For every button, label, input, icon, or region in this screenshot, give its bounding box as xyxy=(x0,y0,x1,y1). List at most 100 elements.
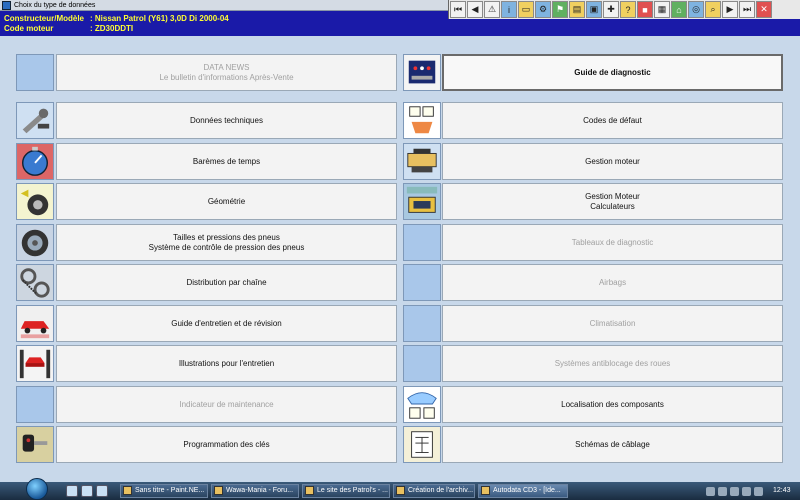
gestion-moteur-calculateurs-button[interactable]: Gestion Moteur Calculateurs xyxy=(442,183,783,220)
wiring-diagram-icon xyxy=(403,426,441,463)
guide-entretien-button[interactable]: Guide d'entretien et de révision xyxy=(56,305,397,342)
tools-icon[interactable]: ⚙ xyxy=(535,1,551,18)
engine-management-icon xyxy=(403,143,441,180)
localisation-composants-button[interactable]: Localisation des composants xyxy=(442,386,783,423)
warning-icon[interactable]: ⚠ xyxy=(484,1,500,18)
button-label: Géométrie xyxy=(207,196,246,206)
gestion-moteur-button[interactable]: Gestion moteur xyxy=(442,143,783,180)
button-label: Codes de défaut xyxy=(583,115,642,125)
tailles-pressions-pneus-button[interactable]: Tailles et pressions des pneus Système d… xyxy=(56,224,397,261)
language-icon[interactable] xyxy=(742,486,751,496)
power-icon[interactable] xyxy=(754,486,763,496)
taskbar-item-archive[interactable]: Création de l'archiv... xyxy=(393,484,475,498)
volume-icon[interactable] xyxy=(730,486,739,496)
button-label: Tailles et pressions des pneus xyxy=(173,232,280,242)
start-button[interactable] xyxy=(26,478,48,500)
car-lift-icon xyxy=(16,345,54,382)
blank-icon xyxy=(16,386,54,423)
last-icon[interactable]: ⏭ xyxy=(739,1,755,18)
home-icon[interactable]: ⌂ xyxy=(671,1,687,18)
task-label: Sans titre - Paint.NE... xyxy=(135,487,205,494)
fault-codes-icon xyxy=(403,102,441,139)
quick-launch xyxy=(66,485,111,497)
task-label: Le site des Patrol's - ... xyxy=(317,487,388,494)
guide-de-diagnostic-button[interactable]: Guide de diagnostic xyxy=(442,54,783,91)
button-label: Programmation des clés xyxy=(183,439,270,449)
blank-icon xyxy=(403,345,441,382)
distribution-par-chaine-button[interactable]: Distribution par chaîne xyxy=(56,264,397,301)
stop-icon[interactable]: ■ xyxy=(637,1,653,18)
window-title: Choix du type de données xyxy=(14,2,96,9)
service-car-icon xyxy=(16,305,54,342)
indicateur-maintenance-button[interactable]: Indicateur de maintenance xyxy=(56,386,397,423)
network-icon[interactable] xyxy=(706,486,715,496)
programmation-cles-button[interactable]: Programmation des clés xyxy=(56,426,397,463)
toolbar: ⏮ ◀ ⚠ i ▭ ⚙ ⚑ ▤ ▣ ✚ ? ■ ▦ ⌂ ◎ ⌕ ▶ ⏭ ✕ xyxy=(448,0,800,19)
button-label: Systèmes antiblocage des roues xyxy=(554,358,671,368)
wheel-icon[interactable]: ◎ xyxy=(688,1,704,18)
airbags-button[interactable]: Airbags xyxy=(442,264,783,301)
button-label: Barèmes de temps xyxy=(192,156,261,166)
button-label: Tableaux de diagnostic xyxy=(571,237,654,247)
constructeur-value: : Nissan Patrol (Y61) 3,0D Di 2000-04 xyxy=(90,14,229,23)
first-icon[interactable]: ⏮ xyxy=(450,1,466,18)
code-moteur-label: Code moteur xyxy=(4,24,54,33)
button-label: Gestion moteur xyxy=(585,156,640,166)
button-label: Guide de diagnostic xyxy=(574,67,651,77)
switch-windows-icon[interactable] xyxy=(81,485,93,497)
browser-icon[interactable] xyxy=(96,485,108,497)
diagnostic-device-icon xyxy=(403,54,441,91)
car-icon[interactable]: ▣ xyxy=(586,1,602,18)
taskbar-item-patrol-site[interactable]: Le site des Patrol's - ... xyxy=(302,484,390,498)
button-label: Schémas de câblage xyxy=(575,439,650,449)
info-icon[interactable]: i xyxy=(501,1,517,18)
print-icon[interactable]: ▦ xyxy=(654,1,670,18)
schemas-de-cablage-button[interactable]: Schémas de câblage xyxy=(442,426,783,463)
taskbar-item-paint[interactable]: Sans titre - Paint.NE... xyxy=(120,484,208,498)
prev-icon[interactable]: ◀ xyxy=(467,1,483,18)
chart-icon[interactable]: ▤ xyxy=(569,1,585,18)
clock[interactable]: 12:43 xyxy=(773,484,791,498)
taskbar-item-wawa-mania[interactable]: Wawa-Mania - Foru... xyxy=(211,484,299,498)
next-icon[interactable]: ▶ xyxy=(722,1,738,18)
systemes-antiblocage-button[interactable]: Systèmes antiblocage des roues xyxy=(442,345,783,382)
vehicle-icon[interactable]: ▭ xyxy=(518,1,534,18)
button-label: DATA NEWS xyxy=(203,62,250,72)
button-sublabel: Calculateurs xyxy=(590,201,635,211)
tableaux-de-diagnostic-button[interactable]: Tableaux de diagnostic xyxy=(442,224,783,261)
code-moteur-value: : ZD30DDTI xyxy=(90,24,134,33)
geometrie-button[interactable]: Géométrie xyxy=(56,183,397,220)
component-location-icon xyxy=(403,386,441,423)
task-label: Création de l'archiv... xyxy=(408,487,474,494)
browser-icon xyxy=(214,486,223,495)
climatisation-button[interactable]: Climatisation xyxy=(442,305,783,342)
archive-icon xyxy=(396,486,405,495)
show-desktop-icon[interactable] xyxy=(66,485,78,497)
button-label: Indicateur de maintenance xyxy=(179,399,274,409)
data-news-button[interactable]: DATA NEWS Le bulletin d'informations Apr… xyxy=(56,54,397,91)
car-key-icon xyxy=(16,426,54,463)
button-label: Gestion Moteur xyxy=(585,191,640,201)
taskbar-item-autodata[interactable]: Autodata CD3 - [Ide... xyxy=(478,484,568,498)
exit-icon[interactable]: ✕ xyxy=(756,1,772,18)
button-label: Données techniques xyxy=(190,115,263,125)
flag-icon[interactable]: ⚑ xyxy=(552,1,568,18)
task-label: Autodata CD3 - [Ide... xyxy=(493,487,561,494)
donnees-techniques-button[interactable]: Données techniques xyxy=(56,102,397,139)
baremes-de-temps-button[interactable]: Barèmes de temps xyxy=(56,143,397,180)
settings-icon[interactable]: ✚ xyxy=(603,1,619,18)
button-sublabel: Le bulletin d'informations Après-Vente xyxy=(159,72,294,82)
data-type-grid: DATA NEWS Le bulletin d'informations Apr… xyxy=(0,36,800,465)
task-label: Wawa-Mania - Foru... xyxy=(226,487,294,494)
system-tray xyxy=(706,484,766,498)
search-icon[interactable]: ⌕ xyxy=(705,1,721,18)
codes-de-defaut-button[interactable]: Codes de défaut xyxy=(442,102,783,139)
button-sublabel: Système de contrôle de pression des pneu… xyxy=(148,242,305,252)
wheel-alignment-icon xyxy=(16,183,54,220)
button-label: Guide d'entretien et de révision xyxy=(171,318,282,328)
autodata-icon xyxy=(481,486,490,495)
help-icon[interactable]: ? xyxy=(620,1,636,18)
ecu-icon xyxy=(403,183,441,220)
illustrations-entretien-button[interactable]: Illustrations pour l'entretien xyxy=(56,345,397,382)
security-icon[interactable] xyxy=(718,486,727,496)
